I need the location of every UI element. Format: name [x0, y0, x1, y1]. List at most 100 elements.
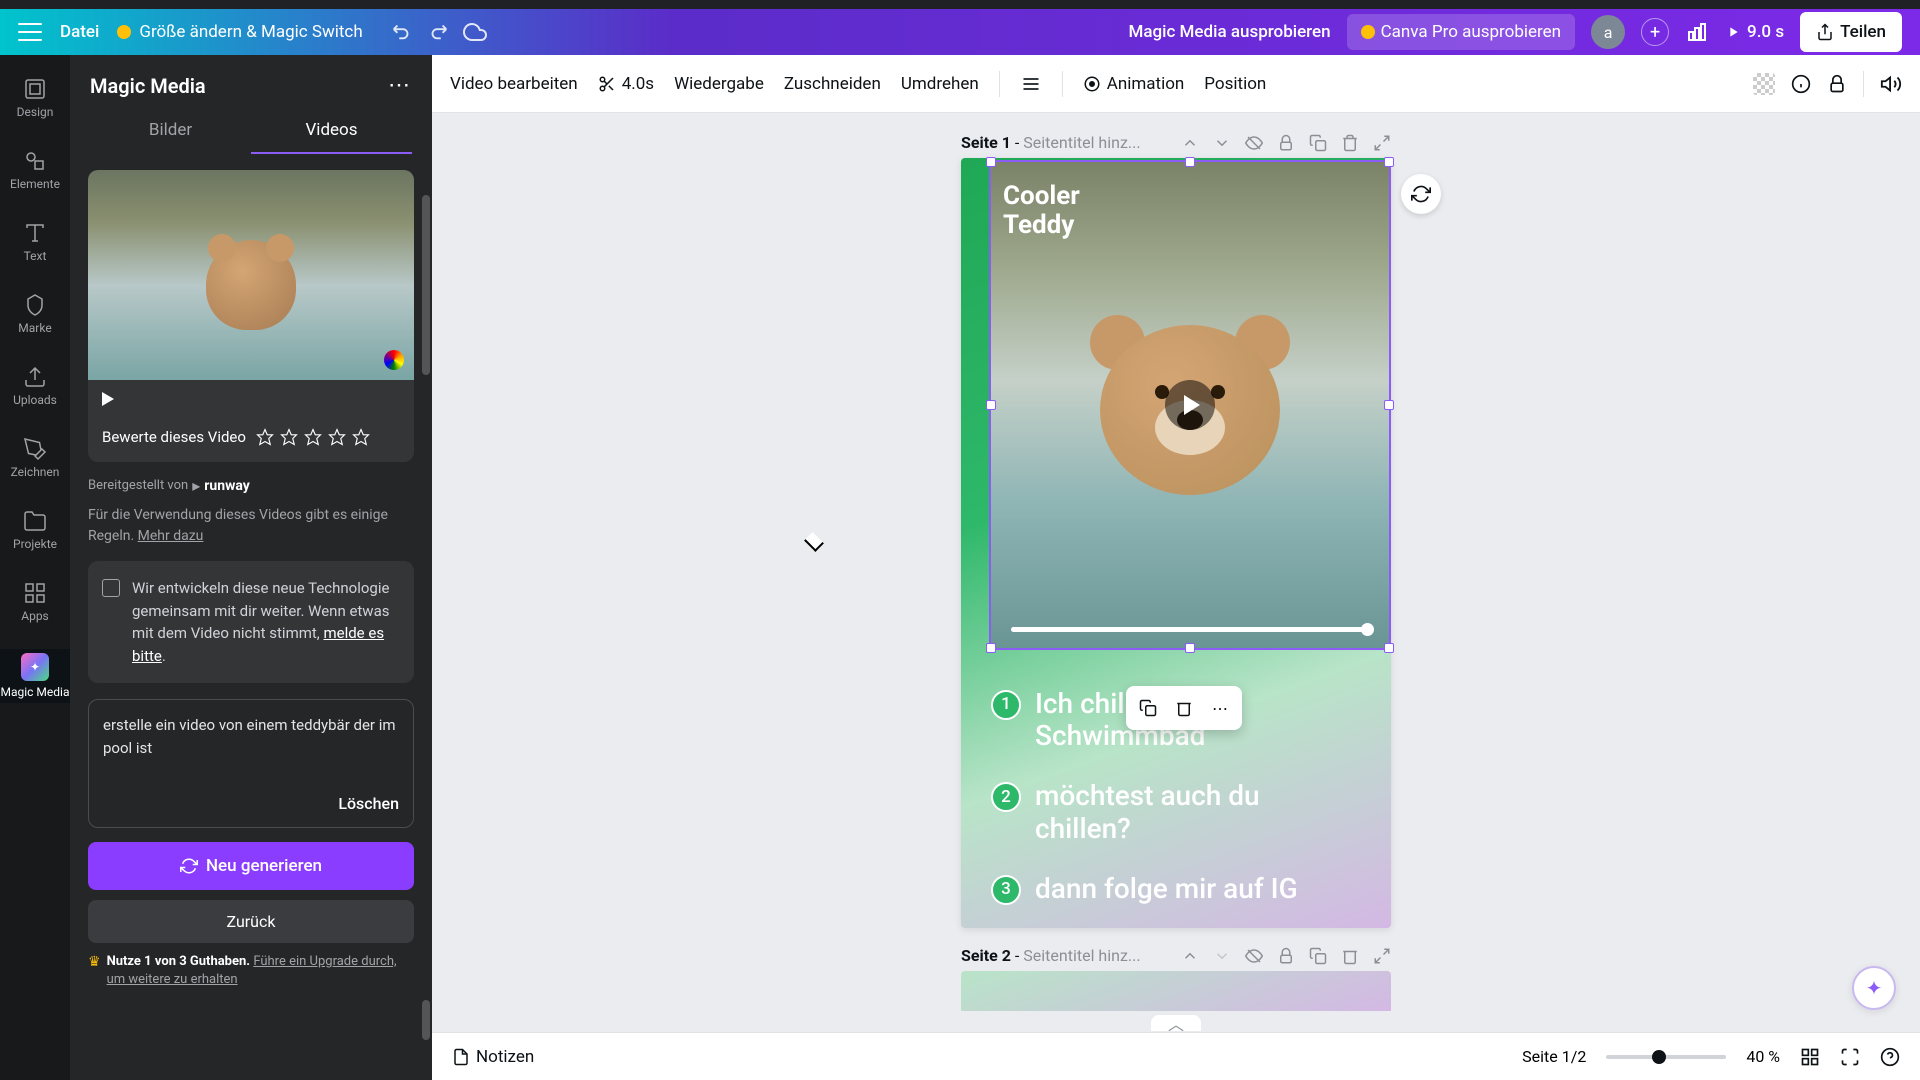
expand-timeline-tab[interactable]: ︿ [1151, 1015, 1201, 1031]
clip-duration[interactable]: 4.0s [598, 74, 654, 94]
rail-apps[interactable]: Apps [0, 577, 70, 627]
lock-icon[interactable] [1827, 74, 1847, 94]
tab-videos[interactable]: Videos [251, 108, 412, 154]
share-button[interactable]: Teilen [1800, 12, 1902, 52]
teddy-preview [206, 240, 296, 330]
page-title-input[interactable]: Seitentitel hinz... [1023, 946, 1140, 965]
notes-button[interactable]: Notizen [452, 1047, 534, 1067]
position-button[interactable]: Position [1204, 74, 1266, 94]
crown-icon [117, 25, 131, 39]
try-canva-pro-button[interactable]: Canva Pro ausprobieren [1347, 14, 1575, 50]
rate-label: Bewerte dieses Video [102, 428, 246, 446]
chevron-down-icon[interactable] [1213, 947, 1231, 965]
refresh-button[interactable] [1401, 174, 1441, 214]
undo-icon[interactable] [391, 20, 413, 42]
edit-video-button[interactable]: Video bearbeiten [450, 74, 578, 94]
tab-images[interactable]: Bilder [90, 108, 251, 154]
play-icon[interactable] [102, 392, 114, 406]
panel-more-icon[interactable]: ⋯ [388, 73, 412, 98]
try-magic-media[interactable]: Magic Media ausprobieren [1128, 22, 1330, 42]
grid-view-icon[interactable] [1800, 1047, 1820, 1067]
video-thumbnail[interactable] [88, 170, 414, 380]
transparency-icon[interactable] [1753, 73, 1775, 95]
lock-icon[interactable] [1277, 947, 1295, 965]
volume-icon[interactable] [1880, 73, 1902, 95]
page-2-header: Seite 2 - Seitentitel hinz... [961, 946, 1391, 965]
usage-note: Für die Verwendung dieses Videos gibt es… [88, 505, 414, 547]
scrollbar[interactable] [422, 195, 430, 375]
element-toolbar: Video bearbeiten 4.0s Wiedergabe Zuschne… [432, 55, 1920, 113]
list-item-2[interactable]: 2möchtest auch du chillen? [991, 780, 1361, 844]
more-icon[interactable]: ⋯ [1204, 692, 1236, 724]
rail-text[interactable]: Text [0, 217, 70, 267]
redo-icon[interactable] [427, 20, 449, 42]
play-duration-button[interactable]: 9.0 s [1725, 22, 1784, 42]
eye-off-icon[interactable] [1245, 947, 1263, 965]
copy-icon[interactable] [1132, 692, 1164, 724]
prompt-input[interactable]: erstelle ein video von einem teddybär de… [88, 699, 414, 828]
video-timeline[interactable] [1011, 627, 1369, 632]
delete-icon[interactable] [1168, 692, 1200, 724]
playback-button[interactable]: Wiedergabe [674, 74, 764, 94]
rail-projects[interactable]: Projekte [0, 505, 70, 555]
clear-prompt-button[interactable]: Löschen [103, 794, 399, 813]
page-title-input[interactable]: Seitentitel hinz... [1023, 133, 1140, 152]
rail-draw[interactable]: Zeichnen [0, 433, 70, 483]
crop-button[interactable]: Zuschneiden [784, 74, 881, 94]
play-button[interactable] [1165, 380, 1215, 430]
lock-icon[interactable] [1277, 134, 1295, 152]
animation-button[interactable]: Animation [1083, 74, 1185, 94]
rail-magic-media[interactable]: ✦Magic Media [0, 649, 70, 703]
duplicate-icon[interactable] [1309, 947, 1327, 965]
trash-icon[interactable] [1341, 947, 1359, 965]
rail-brand[interactable]: Marke [0, 289, 70, 339]
file-menu[interactable]: Datei [60, 22, 99, 42]
cooler-teddy-badge[interactable]: CoolerTeddy [1003, 182, 1080, 239]
list-item-3[interactable]: 3dann folge mir auf IG [991, 873, 1361, 905]
scrollbar[interactable] [422, 1000, 430, 1040]
zoom-slider[interactable] [1606, 1055, 1726, 1059]
fullscreen-icon[interactable] [1840, 1047, 1860, 1067]
trash-icon[interactable] [1341, 134, 1359, 152]
expand-icon[interactable] [1373, 947, 1391, 965]
chevron-up-icon[interactable] [1181, 134, 1199, 152]
menu-hamburger[interactable] [18, 23, 42, 41]
rail-uploads[interactable]: Uploads [0, 361, 70, 411]
rail-elements[interactable]: Elemente [0, 145, 70, 195]
usage-link[interactable]: Mehr dazu [138, 528, 204, 544]
chevron-down-icon[interactable] [1213, 134, 1231, 152]
page-1-header: Seite 1 - Seitentitel hinz... [961, 133, 1391, 152]
eye-off-icon[interactable] [1245, 134, 1263, 152]
rating-stars[interactable] [256, 428, 370, 446]
color-wheel-icon [384, 350, 404, 370]
floating-toolbar: ⋯ [1126, 686, 1242, 730]
user-avatar[interactable]: a [1591, 15, 1625, 49]
insights-icon[interactable] [1685, 20, 1709, 44]
page-2-canvas[interactable] [961, 971, 1391, 1011]
video-element[interactable]: CoolerTeddy [989, 160, 1391, 650]
feedback-box: Wir entwickeln diese neue Technologie ge… [88, 561, 414, 683]
align-icon[interactable] [1020, 73, 1042, 95]
zoom-level[interactable]: 40 % [1746, 1047, 1780, 1066]
crown-icon: ♛ [88, 953, 101, 973]
chevron-up-icon[interactable] [1181, 947, 1199, 965]
prompt-text[interactable]: erstelle ein video von einem teddybär de… [103, 714, 399, 784]
feedback-icon [102, 579, 120, 597]
flip-button[interactable]: Umdrehen [901, 74, 979, 94]
expand-icon[interactable] [1373, 134, 1391, 152]
assistant-fab[interactable]: ✦ [1852, 966, 1896, 1010]
tool-rail: Design Elemente Text Marke Uploads Zeich… [0, 55, 70, 1080]
back-button[interactable]: Zurück [88, 900, 414, 943]
generated-video-card[interactable]: Bewerte dieses Video [88, 170, 414, 462]
duplicate-icon[interactable] [1309, 134, 1327, 152]
info-icon[interactable] [1791, 74, 1811, 94]
resize-magic-switch[interactable]: Größe ändern & Magic Switch [117, 22, 362, 42]
sparkle-icon: ✦ [1866, 976, 1883, 1000]
help-icon[interactable] [1880, 1047, 1900, 1067]
invite-button[interactable]: + [1641, 18, 1669, 46]
cloud-sync-icon[interactable] [463, 20, 487, 44]
rail-design[interactable]: Design [0, 73, 70, 123]
regenerate-button[interactable]: Neu generieren [88, 842, 414, 890]
page-1-canvas[interactable]: CoolerTeddy [961, 158, 1391, 928]
provider-attribution: Bereitgestellt von ▸ runway [88, 476, 414, 495]
